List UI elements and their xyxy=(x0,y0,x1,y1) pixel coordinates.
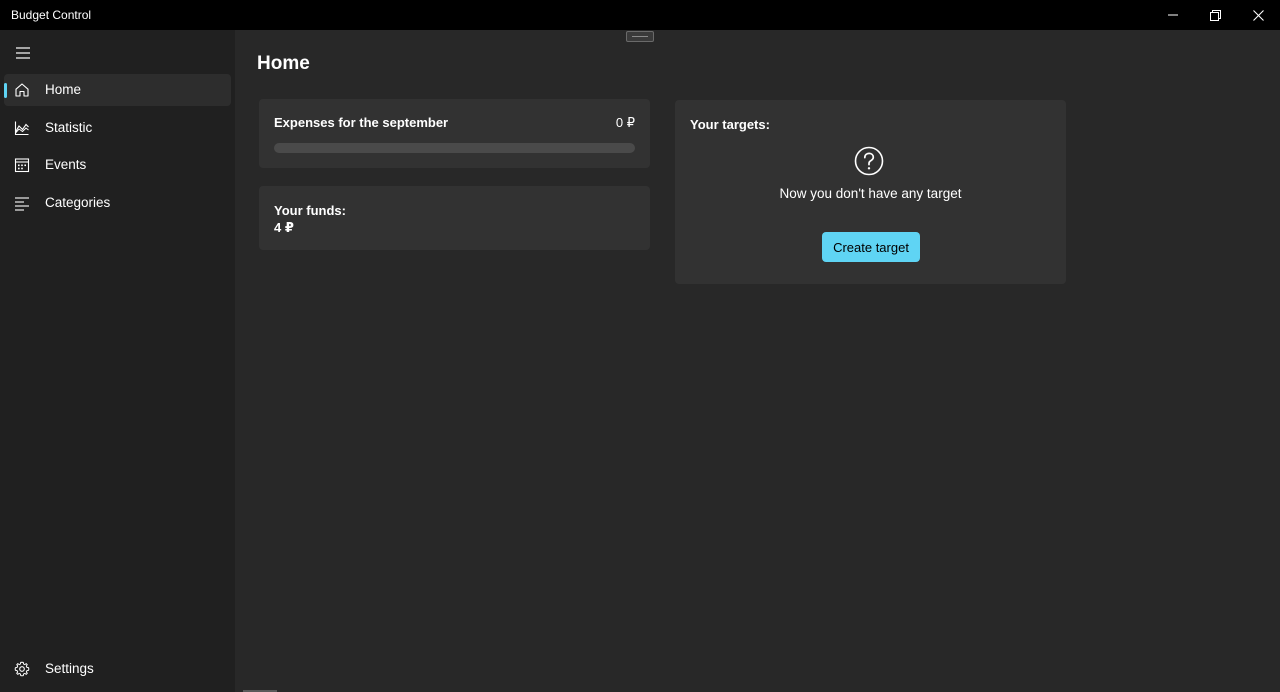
page-title: Home xyxy=(257,53,310,74)
funds-label: Your funds: xyxy=(274,203,346,218)
expenses-card: Expenses for the september 0 ₽ xyxy=(259,99,650,168)
calendar-icon xyxy=(14,158,30,173)
sidebar-item-label: Statistic xyxy=(45,120,93,135)
minimize-button[interactable] xyxy=(1151,0,1194,30)
title-bar: Budget Control xyxy=(0,0,1280,30)
sidebar-item-label: Categories xyxy=(45,195,111,210)
restore-icon xyxy=(1210,9,1221,21)
question-icon xyxy=(854,146,884,176)
gear-icon xyxy=(14,661,30,677)
create-target-button[interactable]: Create target xyxy=(822,232,920,262)
sidebar-item-statistic[interactable]: Statistic xyxy=(4,112,231,144)
sidebar-item-categories[interactable]: Categories xyxy=(4,187,231,219)
expenses-progress-bar xyxy=(274,143,635,153)
sidebar-item-label: Home xyxy=(45,82,82,97)
sidebar-item-events[interactable]: Events xyxy=(4,149,231,181)
funds-value: 4 ₽ xyxy=(274,220,294,235)
restore-button[interactable] xyxy=(1194,0,1237,30)
menu-toggle-button[interactable] xyxy=(4,36,42,70)
expenses-title: Expenses for the september xyxy=(274,115,449,130)
targets-card: Your targets: Now you don't have any tar… xyxy=(675,100,1066,284)
app-title: Budget Control xyxy=(11,8,92,22)
no-targets-message: Now you don't have any target xyxy=(779,186,962,201)
home-icon xyxy=(15,83,29,97)
hamburger-icon xyxy=(16,47,30,59)
navigation-pane: Home Statistic Events Categories Setting… xyxy=(0,30,235,692)
close-icon xyxy=(1253,9,1264,21)
chart-icon xyxy=(14,121,29,136)
expenses-value: 0 ₽ xyxy=(615,115,635,130)
minimize-icon xyxy=(1167,14,1178,16)
close-button[interactable] xyxy=(1237,0,1280,30)
sidebar-item-settings[interactable]: Settings xyxy=(4,653,231,685)
targets-title: Your targets: xyxy=(690,117,770,132)
sidebar-item-label: Settings xyxy=(45,661,94,676)
sidebar-item-label: Events xyxy=(45,157,87,172)
funds-card: Your funds: 4 ₽ xyxy=(259,186,650,250)
sidebar-item-home[interactable]: Home xyxy=(4,74,231,106)
list-icon xyxy=(15,197,29,211)
pane-drag-handle[interactable] xyxy=(626,31,654,42)
